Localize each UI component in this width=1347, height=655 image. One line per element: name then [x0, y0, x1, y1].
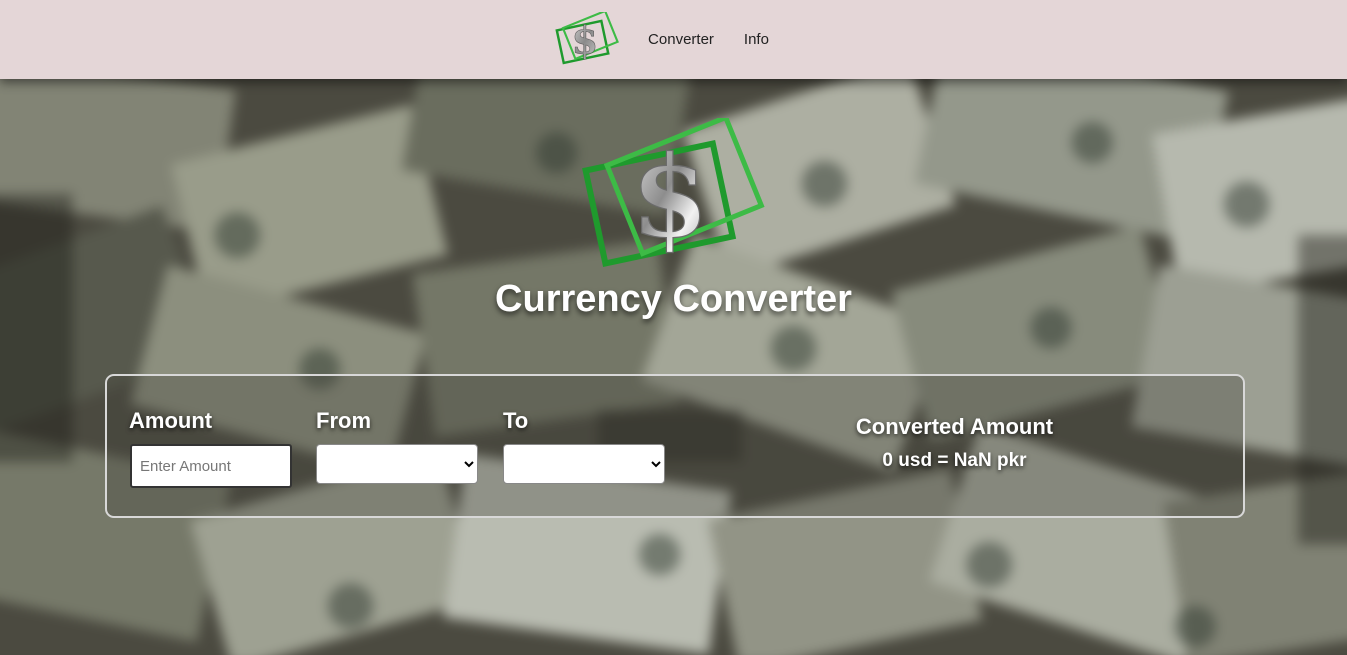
dollar-logo-icon: $	[582, 118, 765, 268]
page-title: Currency Converter	[495, 278, 852, 320]
to-label: To	[503, 408, 529, 433]
converted-amount-result: 0 usd = NaN pkr	[882, 450, 1027, 471]
converted-amount-title: Converted Amount	[855, 414, 1054, 439]
from-label: From	[316, 408, 371, 433]
from-currency-select[interactable]	[316, 444, 478, 484]
nav-link-converter[interactable]: Converter	[648, 31, 714, 48]
to-currency-select[interactable]	[503, 444, 665, 484]
amount-label: Amount	[129, 408, 213, 433]
nav-link-info[interactable]: Info	[744, 31, 769, 48]
converter-panel: Amount From To Converted Amount 0 usd = …	[105, 374, 1245, 518]
navbar: $ Converter Info	[0, 0, 1347, 79]
svg-text:$: $	[572, 18, 599, 63]
amount-input[interactable]	[130, 444, 292, 488]
svg-text:$: $	[631, 132, 709, 263]
dollar-logo-icon[interactable]: $	[553, 11, 620, 68]
